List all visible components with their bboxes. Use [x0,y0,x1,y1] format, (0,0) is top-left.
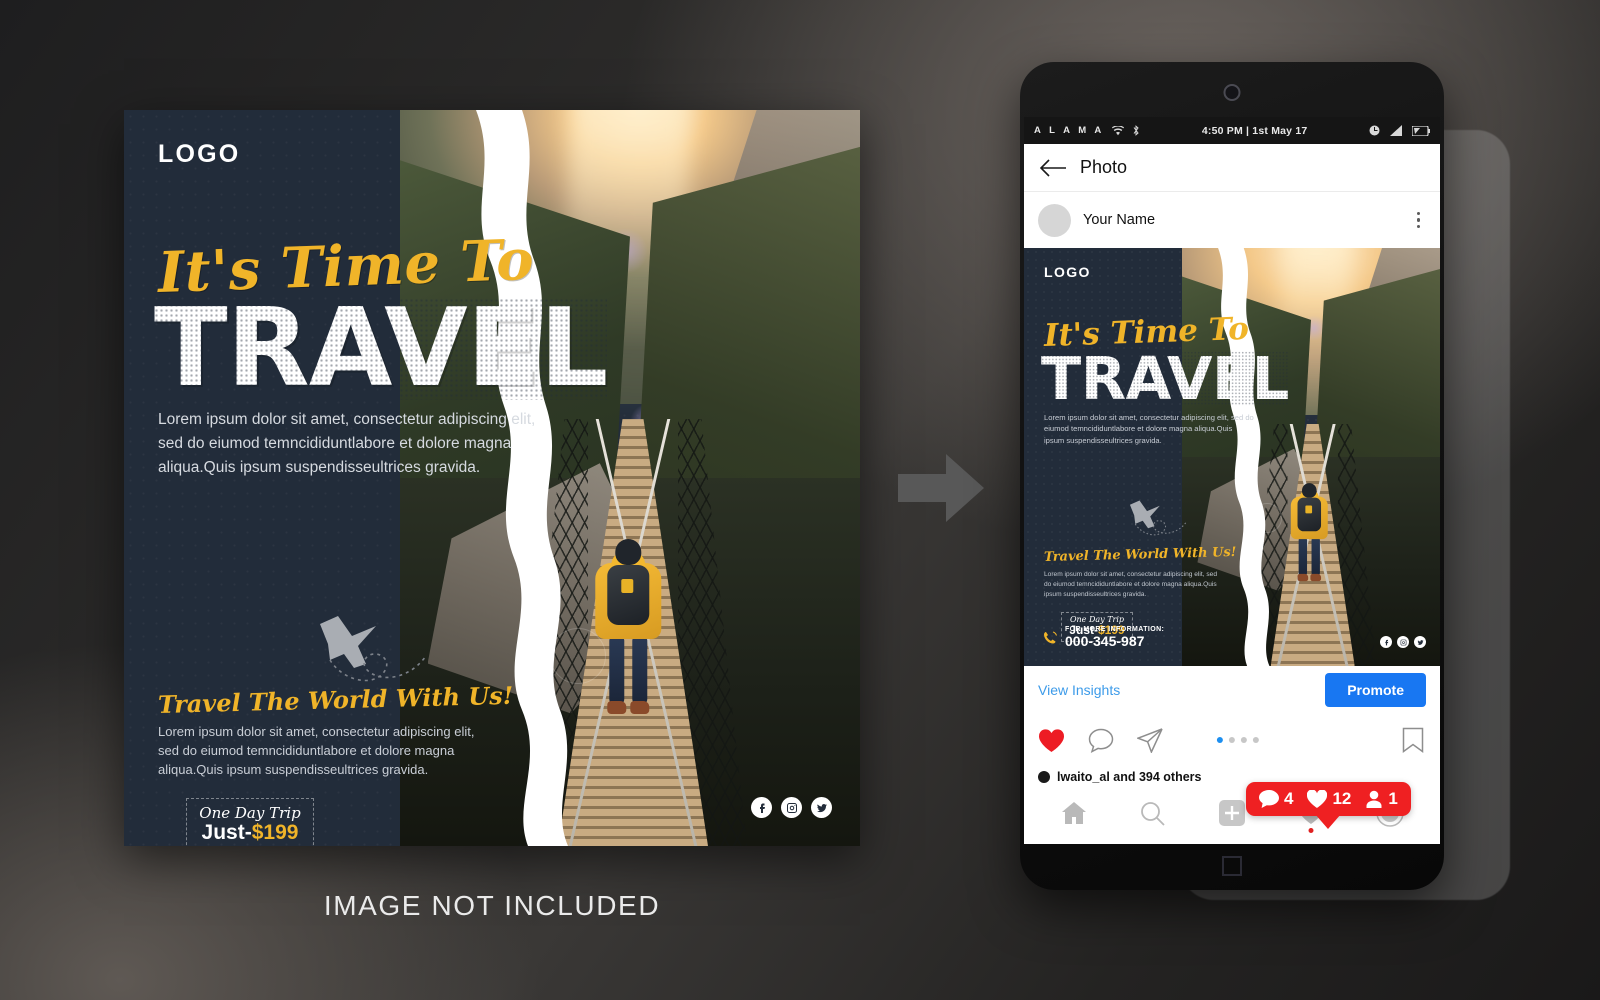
post-image-body-copy: Lorem ipsum dolor sit amet, consectetur … [1044,413,1254,445]
circle-decoration [550,628,606,684]
phone-top-bezel [1020,62,1444,117]
poster-logo: LOGO [158,140,241,168]
notif-comments-group: 4 [1259,789,1293,809]
bluetooth-icon [1133,125,1139,136]
bookmark-icon[interactable] [1399,727,1426,754]
insights-row: View Insights Promote [1024,666,1440,714]
status-bar: A L A M A 4:50 PM | 1st May 17 [1024,117,1440,144]
price-amount: $199 [251,820,299,844]
post-image-instagram-icon [1397,636,1409,648]
carousel-dots [1216,737,1259,743]
poster-subheading: Travel The World With Us! [157,680,514,719]
poster-headline-main: TRAVEL [154,286,608,411]
post-image-contact-label: FOR MORE INFORMATION: [1065,625,1165,633]
nav-activity-badge-dot [1308,828,1314,833]
phone-bottom-bezel [1020,844,1444,890]
poster-social-icons [751,797,832,818]
nav-search-icon[interactable] [1129,795,1177,831]
post-image-contact: FOR MORE INFORMATION: 000-345-987 [1042,626,1164,650]
app-header: Photo [1024,144,1440,192]
price-script-label: One Day Trip [199,803,301,822]
post-header: Your Name [1024,192,1440,248]
post-image-sub-copy: Lorem ipsum dolor sit amet, consectetur … [1044,571,1217,598]
clock-icon [1369,125,1380,136]
likes-text[interactable]: lwaito_al and 394 others [1057,770,1202,784]
post-image[interactable]: LOGO It's Time To TRAVEL Lorem ipsum dol… [1024,248,1440,666]
person-filled-icon [1366,790,1382,808]
nav-home-icon[interactable] [1050,795,1098,831]
signal-icon [1390,125,1402,136]
view-insights-link[interactable]: View Insights [1038,682,1120,698]
back-arrow-icon[interactable] [1040,158,1066,177]
heart-filled-icon[interactable] [1038,727,1065,754]
post-image-circle-decoration [1252,503,1282,533]
notif-likes-count: 12 [1332,789,1352,808]
comment-filled-icon [1259,790,1279,808]
post-image-contact-number: 000-345-987 [1065,633,1145,650]
post-image-phone-ring-icon [1044,631,1058,644]
avatar[interactable] [1038,203,1071,237]
engagement-notification-badge: 4 12 1 [1246,782,1411,816]
promote-button[interactable]: Promote [1325,673,1426,707]
post-image-social-icons [1380,636,1426,648]
phone-screen: A L A M A 4:50 PM | 1st May 17 Photo You… [1024,117,1440,844]
post-image-twitter-icon [1414,636,1426,648]
poster-preview: LOGO It's Time To TRAVEL Lorem ipsum dol… [124,110,860,846]
price-value-row: Just-$199 [202,822,299,843]
post-username[interactable]: Your Name [1083,212,1399,228]
poster-body-copy: Lorem ipsum dolor sit amet, consectetur … [158,411,536,477]
heart-filled-icon [1307,790,1328,808]
post-action-row: 4 12 1 [1024,714,1440,816]
post-image-photo-half [1182,248,1440,666]
airplane-icon [302,602,432,692]
twitter-icon[interactable] [811,797,832,818]
post-image-headline-main: TRAVEL [1041,344,1289,413]
notif-comments-count: 4 [1284,789,1294,808]
price-badge: One Day Trip Just-$199 [186,798,314,846]
poster-sub-copy: Lorem ipsum dolor sit amet, consectetur … [158,724,475,778]
notif-followers-count: 1 [1388,789,1398,808]
post-image-airplane-icon [1120,493,1190,541]
share-paperplane-icon[interactable] [1136,727,1163,754]
facebook-icon[interactable] [751,797,772,818]
notif-followers-group: 1 [1365,789,1398,809]
home-square-button[interactable] [1222,856,1242,876]
kebab-menu-icon[interactable] [1411,208,1427,233]
status-time-date: 4:50 PM | 1st May 17 [1201,124,1308,137]
notif-likes-group: 12 [1307,789,1351,809]
app-header-title: Photo [1080,157,1128,177]
battery-icon [1412,125,1430,136]
instagram-icon[interactable] [781,797,802,818]
image-not-included-caption: IMAGE NOT INCLUDED [323,890,661,921]
liker-avatar [1038,771,1050,783]
post-image-logo: LOGO [1044,264,1091,280]
wifi-icon [1112,125,1125,135]
front-camera-icon [1223,84,1241,101]
price-prefix: Just- [201,820,252,844]
phone-mockup: A L A M A 4:50 PM | 1st May 17 Photo You… [1020,62,1444,890]
post-image-facebook-icon [1380,636,1392,648]
comment-icon[interactable] [1087,727,1114,754]
right-arrow-icon [898,452,984,524]
carrier-label: A L A M A [1034,125,1105,136]
